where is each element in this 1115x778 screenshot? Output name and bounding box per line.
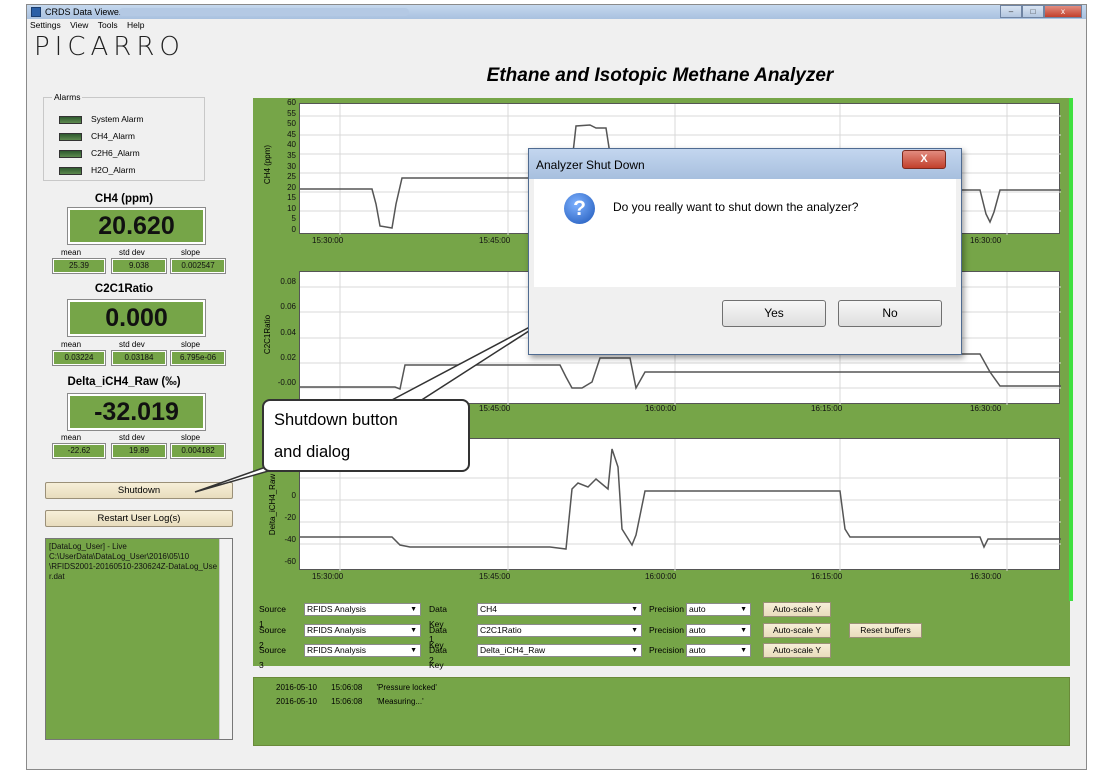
dialog-body [534,179,956,287]
dialog-close-button[interactable]: X [902,150,946,169]
shutdown-dialog: Analyzer Shut Down X ? Do you really wan… [528,148,962,355]
callout-line-2: and dialog [274,443,351,461]
annotation-callout: Shutdown button and dialog [262,399,470,472]
no-button[interactable]: No [838,300,942,327]
dialog-message: Do you really want to shut down the anal… [613,200,859,214]
callout-line-1: Shutdown button [274,411,398,429]
yes-button[interactable]: Yes [722,300,826,327]
dialog-title-bar[interactable]: Analyzer Shut Down X [529,149,961,179]
dialog-title: Analyzer Shut Down [536,158,645,172]
callout-pointers [194,310,561,493]
question-icon: ? [564,193,595,224]
